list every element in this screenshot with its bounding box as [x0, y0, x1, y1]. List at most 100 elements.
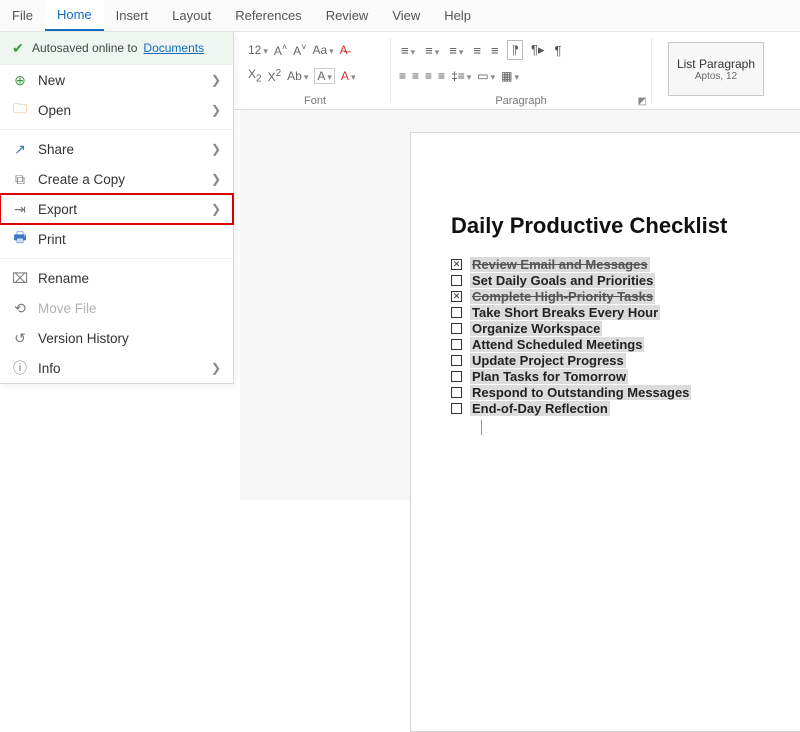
chevron-right-icon: ❯ — [211, 73, 221, 87]
checklist-item[interactable]: Update Project Progress — [451, 353, 800, 368]
document-title[interactable]: Daily Productive Checklist — [451, 213, 800, 239]
checklist-text[interactable]: Update Project Progress — [470, 353, 626, 368]
justify-button[interactable]: ≡ — [438, 69, 445, 83]
numbering-button[interactable]: ≡ — [423, 42, 441, 59]
align-right-button[interactable]: ≡ — [425, 69, 432, 83]
checkbox-checked-icon[interactable] — [451, 259, 462, 270]
file-menu: ✔ Autosaved online to Documents ⊕New❯🗀Op… — [0, 32, 234, 384]
copy-icon: ⧉ — [12, 171, 28, 187]
tab-view[interactable]: View — [380, 0, 432, 31]
highlight-button[interactable]: A — [314, 68, 335, 84]
chevron-right-icon: ❯ — [211, 103, 221, 117]
info-icon: ⓘ — [12, 360, 28, 376]
checklist-text[interactable]: Review Email and Messages — [470, 257, 650, 272]
checklist-text[interactable]: Organize Workspace — [470, 321, 602, 336]
rtl-button[interactable]: ¶▸ — [529, 41, 547, 59]
chevron-right-icon: ❯ — [211, 202, 221, 216]
checkbox-icon[interactable] — [451, 355, 462, 366]
checklist-item[interactable]: Organize Workspace — [451, 321, 800, 336]
checklist-text[interactable]: Respond to Outstanding Messages — [470, 385, 691, 400]
tab-layout[interactable]: Layout — [160, 0, 223, 31]
file-menu-label: Export — [38, 202, 201, 217]
align-center-button[interactable]: ≡ — [412, 69, 419, 83]
plus-circle-icon: ⊕ — [12, 72, 28, 88]
file-menu-share[interactable]: ↗Share❯ — [0, 134, 233, 164]
shrink-font-button[interactable]: A˅ — [293, 42, 306, 58]
multilevel-button[interactable]: ≡ — [447, 42, 465, 59]
file-menu-copy[interactable]: ⧉Create a Copy❯ — [0, 164, 233, 194]
align-left-button[interactable]: ≡ — [399, 69, 406, 83]
checklist-item[interactable]: Take Short Breaks Every Hour — [451, 305, 800, 320]
style-sub: Aptos, 12 — [695, 71, 737, 82]
bullets-button[interactable]: ≡ — [399, 42, 417, 59]
chevron-right-icon: ❯ — [211, 361, 221, 375]
checklist-item[interactable]: End-of-Day Reflection — [451, 401, 800, 416]
checkbox-icon[interactable] — [451, 403, 462, 414]
file-menu-label: Share — [38, 142, 201, 157]
export-icon: ⇥ — [12, 201, 28, 217]
checklist-text[interactable]: Complete High-Priority Tasks — [470, 289, 655, 304]
checklist-text[interactable]: End-of-Day Reflection — [470, 401, 610, 416]
file-menu-info[interactable]: ⓘInfo❯ — [0, 353, 233, 383]
checkbox-icon[interactable] — [451, 339, 462, 350]
checklist-item[interactable]: Respond to Outstanding Messages — [451, 385, 800, 400]
rename-icon: ⌧ — [12, 270, 28, 286]
checkbox-icon[interactable] — [451, 307, 462, 318]
checklist-item[interactable]: Plan Tasks for Tomorrow — [451, 369, 800, 384]
tab-references[interactable]: References — [223, 0, 313, 31]
file-menu-label: Version History — [38, 331, 221, 346]
tab-file[interactable]: File — [0, 0, 45, 31]
autosave-banner: ✔ Autosaved online to Documents — [0, 32, 233, 65]
font-color-button[interactable]: A — [341, 69, 356, 83]
show-marks-button[interactable]: ¶ — [553, 42, 564, 59]
increase-indent-button[interactable]: ≡ — [489, 42, 501, 59]
ltr-button[interactable]: ¶ — [507, 40, 523, 60]
autosave-link[interactable]: Documents — [143, 41, 204, 55]
tab-help[interactable]: Help — [432, 0, 483, 31]
styles-group: List Paragraph Aptos, 12 — [652, 32, 780, 109]
checkbox-icon[interactable] — [451, 275, 462, 286]
subscript-button[interactable]: X2 — [248, 67, 262, 84]
checklist-item[interactable]: Review Email and Messages — [451, 257, 800, 272]
file-menu-print[interactable]: 🖶Print — [0, 224, 233, 254]
file-menu-label: Rename — [38, 271, 221, 286]
tab-review[interactable]: Review — [314, 0, 381, 31]
font-size-dropdown[interactable]: 12 — [248, 43, 268, 57]
grow-font-button[interactable]: A˄ — [274, 42, 287, 58]
superscript-button[interactable]: X2 — [268, 68, 282, 84]
checklist-item[interactable]: Set Daily Goals and Priorities — [451, 273, 800, 288]
autosave-text: Autosaved online to — [32, 41, 137, 55]
decrease-indent-button[interactable]: ≡ — [471, 42, 483, 59]
checklist-item[interactable]: Attend Scheduled Meetings — [451, 337, 800, 352]
line-spacing-button[interactable]: ‡≡ — [451, 69, 471, 83]
move-icon: ⟲ — [12, 300, 28, 316]
checkbox-icon[interactable] — [451, 387, 462, 398]
text-effects-button[interactable]: Ab — [287, 69, 308, 83]
checklist-text[interactable]: Take Short Breaks Every Hour — [470, 305, 660, 320]
checklist-text[interactable]: Set Daily Goals and Priorities — [470, 273, 655, 288]
tab-insert[interactable]: Insert — [104, 0, 161, 31]
borders-button[interactable]: ▦ — [501, 69, 519, 83]
file-menu-new[interactable]: ⊕New❯ — [0, 65, 233, 95]
clear-formatting-button[interactable]: A̶ — [340, 43, 348, 57]
change-case-button[interactable]: Aa — [312, 43, 333, 57]
file-menu-export[interactable]: ⇥ Export ❯ — [0, 194, 233, 224]
checklist-item[interactable]: Complete High-Priority Tasks — [451, 289, 800, 304]
file-menu-rename[interactable]: ⌧ Rename — [0, 263, 233, 293]
tab-home[interactable]: Home — [45, 0, 104, 31]
checkbox-icon[interactable] — [451, 323, 462, 334]
document-canvas: Daily Productive Checklist Review Email … — [240, 110, 800, 500]
checklist-text[interactable]: Plan Tasks for Tomorrow — [470, 369, 628, 384]
checklist-text[interactable]: Attend Scheduled Meetings — [470, 337, 644, 352]
style-preview-button[interactable]: List Paragraph Aptos, 12 — [668, 42, 764, 96]
file-menu-history[interactable]: ↺Version History — [0, 323, 233, 353]
file-menu-open[interactable]: 🗀Open❯ — [0, 95, 233, 125]
checklist[interactable]: Review Email and MessagesSet Daily Goals… — [451, 257, 800, 416]
paragraph-launcher-icon[interactable]: ◩ — [638, 96, 647, 107]
checkbox-checked-icon[interactable] — [451, 291, 462, 302]
folder-icon: 🗀 — [12, 102, 28, 118]
shading-button[interactable]: ▭ — [477, 69, 495, 83]
checkbox-icon[interactable] — [451, 371, 462, 382]
document-page[interactable]: Daily Productive Checklist Review Email … — [410, 132, 800, 732]
text-cursor — [481, 420, 482, 435]
